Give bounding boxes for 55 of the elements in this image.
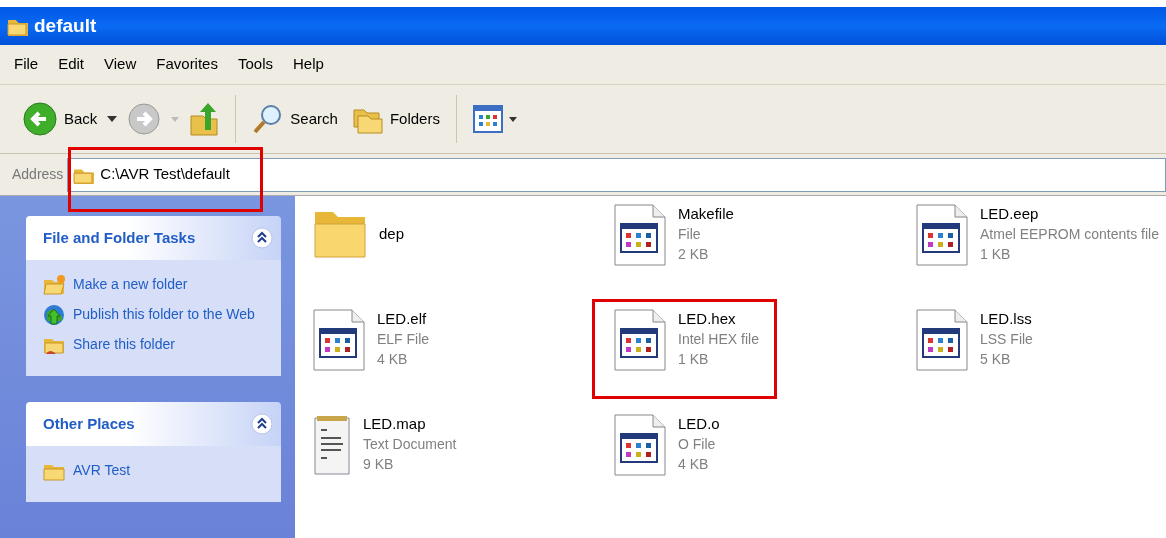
file-name[interactable]: LED.o — [678, 414, 720, 434]
window-title: default — [34, 13, 97, 38]
caret-icon[interactable] — [107, 116, 118, 122]
program-file-icon[interactable] — [614, 204, 666, 266]
address-label: Address — [12, 165, 64, 184]
address-field[interactable]: C:\AVR Test\default — [67, 157, 1166, 192]
program-file-icon[interactable] — [916, 204, 968, 266]
file-type: File — [678, 225, 702, 244]
menu-item[interactable]: Tools — [237, 53, 273, 76]
search-button[interactable]: Search — [248, 101, 342, 137]
file-size: 1 KB — [980, 245, 1012, 264]
grid-view-icon — [472, 105, 503, 133]
program-file-icon[interactable] — [916, 309, 968, 371]
file-type: Atmel EEPROM contents file — [980, 225, 1159, 244]
menu-item[interactable]: View — [104, 53, 137, 76]
file-type: ELF File — [377, 330, 430, 349]
menu-item[interactable]: Help — [293, 53, 324, 76]
file-name[interactable]: LED.map — [363, 414, 457, 434]
file-name[interactable]: LED.hex — [678, 309, 759, 329]
collapse-chevron-icon[interactable] — [251, 227, 273, 249]
file-name[interactable]: dep — [379, 224, 405, 244]
new-folder-icon — [43, 274, 65, 296]
program-file-icon[interactable] — [614, 414, 666, 476]
folders-button[interactable]: Folders — [347, 102, 444, 136]
menu-item[interactable]: Edit — [58, 53, 85, 76]
file-name[interactable]: LED.eep — [980, 204, 1159, 224]
file-size: 1 KB — [678, 350, 710, 369]
panel-title: Other Places — [43, 413, 135, 434]
file-size: 9 KB — [363, 455, 395, 474]
file-size: 5 KB — [980, 350, 1012, 369]
file-type: O File — [678, 435, 717, 454]
file-size: 4 KB — [678, 455, 710, 474]
program-file-icon[interactable] — [614, 309, 666, 371]
file-size: 4 KB — [377, 350, 409, 369]
task-link[interactable]: Share this folder — [43, 334, 175, 356]
task-link[interactable]: Publish this folder to the Web — [43, 304, 255, 326]
caret-icon — [508, 116, 517, 122]
file-type: Text Document — [363, 435, 457, 454]
file-type: LSS File — [980, 330, 1033, 349]
file-name[interactable]: Makefile — [678, 204, 734, 224]
program-file-icon[interactable] — [313, 309, 365, 371]
text-document-icon[interactable] — [313, 414, 351, 476]
file-type: Intel HEX file — [678, 330, 759, 349]
menu-item[interactable]: File — [14, 53, 39, 76]
file-size: 2 KB — [678, 245, 710, 264]
back-button[interactable]: Back — [18, 99, 102, 139]
task-link[interactable]: Make a new folder — [43, 274, 188, 296]
folder-up-arrow-icon — [189, 102, 220, 136]
menu-item[interactable]: Favorites — [156, 53, 218, 76]
globe-icon — [43, 304, 65, 326]
file-name[interactable]: LED.elf — [377, 309, 430, 329]
collapse-chevron-icon[interactable] — [251, 413, 273, 435]
file-name[interactable]: LED.lss — [980, 309, 1033, 329]
panel-title: File and Folder Tasks — [43, 227, 196, 248]
task-link[interactable]: AVR Test — [43, 460, 131, 482]
